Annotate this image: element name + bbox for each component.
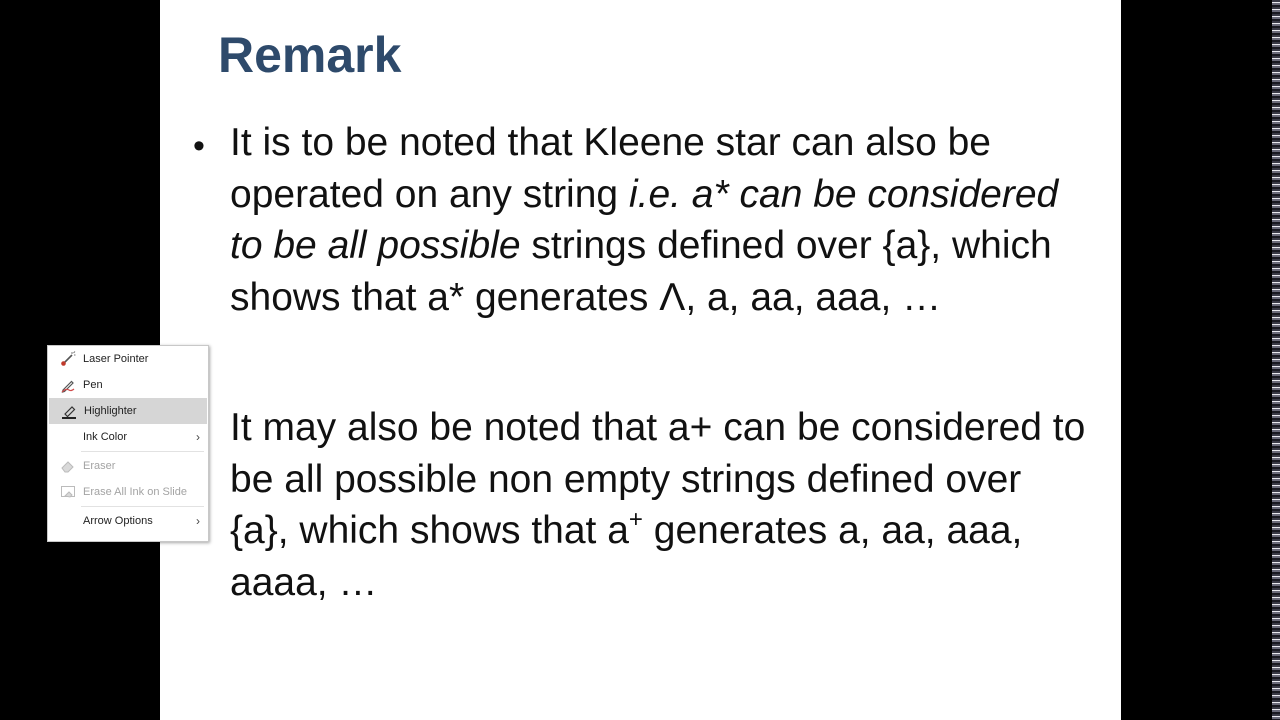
chevron-right-icon: ›: [196, 514, 200, 528]
menu-item-highlighter[interactable]: Highlighter: [49, 398, 207, 424]
slide-title: Remark: [218, 27, 402, 83]
menu-separator: [81, 451, 204, 452]
menu-label-erase-all-ink: Erase All Ink on Slide: [83, 486, 187, 498]
menu-label-ink-color: Ink Color: [83, 431, 128, 443]
slide: Remark • It is to be noted that Kleene s…: [160, 0, 1121, 720]
erase-all-ink-icon: [60, 484, 76, 500]
highlighter-icon: [61, 403, 77, 419]
menu-item-ink-color[interactable]: Ink Color ›: [48, 424, 208, 450]
menu-item-pen[interactable]: Pen: [48, 372, 208, 398]
ink-context-menu: Laser Pointer Pen Highlighter Ink Color …: [47, 345, 209, 542]
bullet-marker: •: [193, 127, 205, 165]
para2-superscript: +: [628, 506, 643, 533]
pen-icon: [60, 377, 76, 393]
menu-item-eraser[interactable]: Eraser: [48, 453, 208, 479]
menu-separator: [81, 506, 204, 507]
menu-label-pen: Pen: [83, 379, 103, 391]
screen-edge-artifact: [1272, 0, 1280, 720]
menu-item-erase-all-ink[interactable]: Erase All Ink on Slide: [48, 479, 208, 505]
menu-item-laser-pointer[interactable]: Laser Pointer: [48, 346, 208, 372]
menu-label-arrow-options: Arrow Options: [83, 515, 153, 527]
chevron-right-icon: ›: [196, 430, 200, 444]
menu-label-highlighter: Highlighter: [84, 405, 137, 417]
menu-label-laser-pointer: Laser Pointer: [83, 353, 149, 365]
laser-pointer-icon: [60, 351, 76, 367]
eraser-icon: [60, 458, 76, 474]
paragraph-kleene-star: It is to be noted that Kleene star can a…: [230, 117, 1090, 323]
menu-item-arrow-options[interactable]: Arrow Options ›: [48, 508, 208, 534]
menu-label-eraser: Eraser: [83, 460, 116, 472]
paragraph-kleene-plus: It may also be noted that a+ can be cons…: [230, 402, 1090, 608]
